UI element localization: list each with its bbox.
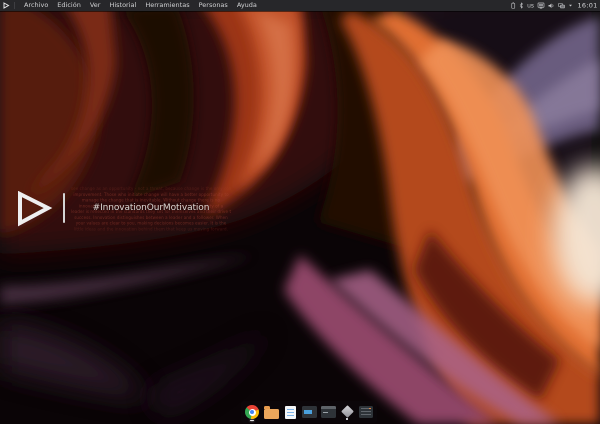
menu-herramientas[interactable]: Herramientas: [141, 0, 194, 11]
dock: [241, 401, 377, 423]
menu-edicion[interactable]: Edición: [53, 0, 86, 11]
distro-logo-icon[interactable]: [3, 2, 10, 9]
menu-historial[interactable]: Historial: [105, 0, 141, 11]
display-icon[interactable]: [538, 2, 545, 9]
menu-ayuda[interactable]: Ayuda: [232, 0, 261, 11]
menu-archivo[interactable]: Archivo: [20, 0, 53, 11]
menu-caret-icon[interactable]: [569, 4, 573, 8]
dock-item-terminal[interactable]: [320, 403, 336, 421]
dock-item-system-settings[interactable]: [358, 403, 374, 421]
keyboard-layout-indicator[interactable]: us: [527, 2, 534, 9]
motivation-quote-block: see change as an opportunity - not a thr…: [71, 184, 231, 240]
dock-anchor-icon: [339, 404, 355, 420]
running-indicator: [250, 420, 254, 422]
logo-divider: [63, 193, 65, 223]
system-tray: us: [511, 0, 600, 11]
dock-item-text-editor[interactable]: [282, 403, 298, 421]
battery-icon[interactable]: [511, 2, 516, 9]
menubar-left: Archivo Edición Ver Historial Herramient…: [0, 0, 261, 11]
menu-personas[interactable]: Personas: [194, 0, 232, 11]
bluetooth-icon[interactable]: [519, 2, 524, 9]
chrome-browser-icon: [245, 405, 259, 419]
volume-icon[interactable]: [548, 2, 555, 9]
text-editor-icon: [285, 406, 296, 419]
network-icon[interactable]: [558, 2, 565, 9]
dock-item-media-player[interactable]: [301, 403, 317, 421]
desktop: see change as an opportunity - not a thr…: [0, 0, 600, 424]
play-triangle-logo: [17, 191, 55, 227]
quote-line: see change as an opportunity - not a thr…: [71, 186, 231, 192]
clock[interactable]: 16:01: [578, 2, 598, 10]
hashtag-slogan: #InnovationOurMotivation: [71, 203, 231, 213]
dock-item-file-manager[interactable]: [263, 403, 279, 421]
wallpaper-branding: see change as an opportunity - not a thr…: [14, 184, 244, 240]
top-menu-bar: Archivo Edición Ver Historial Herramient…: [0, 0, 600, 11]
file-manager-icon: [264, 409, 279, 419]
system-settings-icon: [359, 406, 373, 418]
menu-ver[interactable]: Ver: [85, 0, 105, 11]
menubar-divider: [14, 2, 15, 9]
dock-item-chrome-browser[interactable]: [244, 403, 260, 421]
quote-line: little ideas and the innovation behind t…: [71, 226, 231, 232]
terminal-icon: [321, 406, 336, 418]
dock-item-dock-anchor[interactable]: [339, 403, 355, 421]
media-player-icon: [302, 406, 317, 418]
